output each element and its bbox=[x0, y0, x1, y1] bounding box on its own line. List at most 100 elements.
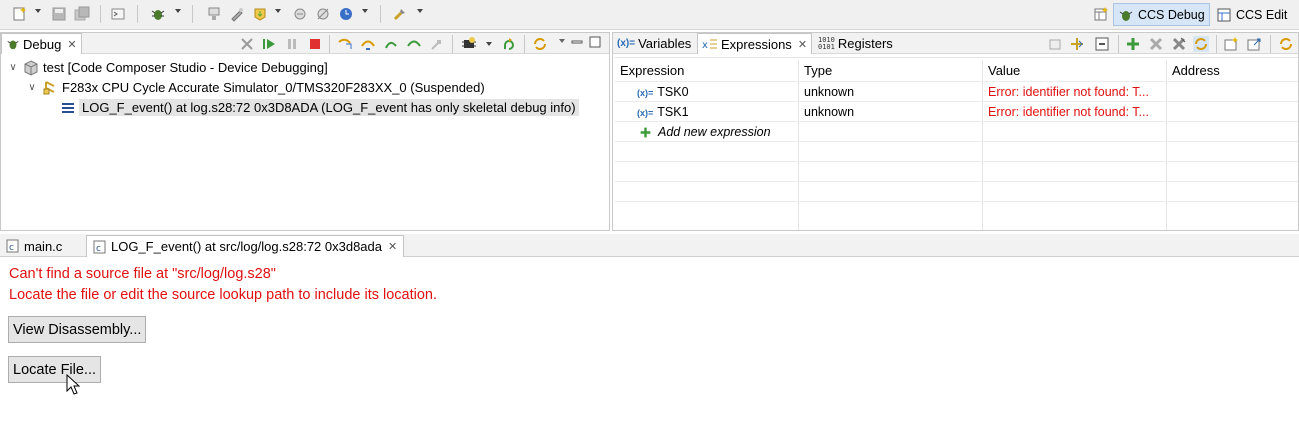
table-row-empty bbox=[615, 161, 1298, 181]
suspend-icon[interactable] bbox=[284, 36, 300, 52]
column-type[interactable]: Type bbox=[804, 63, 832, 78]
step-return-icon[interactable] bbox=[383, 36, 399, 52]
remove-terminated-icon[interactable] bbox=[239, 36, 255, 52]
close-icon[interactable]: ✕ bbox=[798, 38, 807, 51]
clock-dropdown-icon[interactable] bbox=[362, 9, 368, 13]
save-all-icon[interactable] bbox=[74, 6, 90, 22]
clock-icon[interactable] bbox=[338, 6, 354, 22]
view-disassembly-button[interactable]: View Disassembly... bbox=[8, 316, 147, 343]
collapse-all-icon[interactable] bbox=[1094, 36, 1110, 52]
step-into-icon[interactable] bbox=[337, 36, 353, 52]
new-icon[interactable] bbox=[12, 6, 28, 22]
debug-perspective-icon bbox=[1119, 10, 1133, 21]
ccs-edit-perspective-button[interactable]: CCS Edit bbox=[1211, 3, 1292, 26]
tab-main-c[interactable]: c main.c bbox=[0, 235, 68, 257]
locate-file-button[interactable]: Locate File... bbox=[8, 356, 102, 383]
external-tools-icon[interactable] bbox=[392, 6, 408, 22]
remove-all-expressions-icon[interactable] bbox=[1171, 36, 1187, 52]
external-tools-dropdown-icon[interactable] bbox=[417, 9, 423, 13]
open-perspective-icon[interactable] bbox=[1093, 6, 1109, 22]
restart-icon[interactable] bbox=[501, 36, 517, 52]
tab-variables-label: Variables bbox=[638, 36, 692, 51]
debug-view-header: Debug ✕ bbox=[1, 33, 609, 54]
add-icon bbox=[640, 127, 651, 137]
ccs-debug-perspective-button[interactable]: CCS Debug bbox=[1113, 3, 1210, 26]
registers-icon: 1010 0101 bbox=[818, 35, 835, 51]
assembly-step-return-icon[interactable] bbox=[429, 36, 445, 52]
continuous-refresh-icon[interactable] bbox=[1193, 36, 1209, 52]
edit-perspective-icon bbox=[1217, 8, 1231, 21]
resume-icon[interactable] bbox=[261, 36, 277, 52]
tab-source-not-found[interactable]: c LOG_F_event() at src/log/log.s28:72 0x… bbox=[86, 235, 405, 257]
ccs-debug-label: CCS Debug bbox=[1138, 7, 1205, 22]
step-over-icon[interactable] bbox=[360, 36, 376, 52]
tab-debug-label: Debug bbox=[23, 36, 62, 52]
tab-registers-label: Registers bbox=[837, 36, 893, 51]
c-file-icon: c bbox=[6, 239, 19, 253]
add-expression-icon[interactable] bbox=[1125, 36, 1141, 52]
remove-expression-icon[interactable] bbox=[1148, 36, 1164, 52]
tab-registers[interactable]: 1010 0101 Registers bbox=[814, 33, 897, 54]
table-row[interactable]: (x)= TSK1 unknown Error: identifier not f… bbox=[615, 101, 1298, 121]
variables-icon: (x)= bbox=[617, 38, 636, 49]
minimize-icon[interactable] bbox=[571, 36, 583, 48]
view-menu-icon[interactable] bbox=[559, 39, 565, 43]
flash-tool-icon[interactable] bbox=[229, 6, 245, 22]
expression-value: Error: identifier not found: T... bbox=[988, 105, 1149, 119]
load-program-icon[interactable] bbox=[252, 6, 268, 22]
variable-icon: (x)= bbox=[637, 88, 654, 98]
export-icon[interactable] bbox=[1246, 36, 1262, 52]
assembly-step-over-icon[interactable] bbox=[406, 36, 422, 52]
expressions-view: (x)= Variables x Expressions ✕ 1010 0101 … bbox=[612, 32, 1299, 231]
breakpoint-icon[interactable] bbox=[292, 6, 308, 22]
load-dropdown-icon[interactable] bbox=[275, 9, 281, 13]
tab-variables[interactable]: (x)= Variables bbox=[613, 33, 695, 54]
connect-target-icon[interactable] bbox=[206, 6, 222, 22]
session-label: test [Code Composer Studio - Device Debu… bbox=[43, 60, 328, 75]
expression-type: unknown bbox=[804, 105, 855, 119]
tree-item-session[interactable]: ∨ test [Code Composer Studio - Device De… bbox=[7, 58, 328, 77]
expression-name: TSK1 bbox=[657, 105, 689, 119]
table-row-empty bbox=[615, 201, 1298, 221]
synchronize-icon[interactable] bbox=[1278, 36, 1294, 52]
expression-value: Error: identifier not found: T... bbox=[988, 85, 1149, 99]
maximize-icon[interactable] bbox=[589, 36, 601, 48]
reset-dropdown-icon[interactable] bbox=[486, 42, 492, 46]
debug-view: Debug ✕ ∨ test [Code Composer Studio - D… bbox=[0, 32, 610, 231]
add-new-expression-row[interactable]: Add new expression bbox=[615, 121, 1298, 141]
column-address[interactable]: Address bbox=[1172, 63, 1220, 78]
save-icon[interactable] bbox=[51, 6, 67, 22]
tree-item-stack-frame[interactable]: LOG_F_event() at log.s28:72 0x3D8ADA (LO… bbox=[61, 98, 579, 117]
skip-breakpoints-icon[interactable] bbox=[315, 6, 331, 22]
expand-chevron-icon[interactable]: ∨ bbox=[7, 62, 19, 73]
debug-dropdown-icon[interactable] bbox=[175, 9, 181, 13]
debug-bug-icon[interactable] bbox=[150, 6, 166, 22]
close-icon[interactable]: ✕ bbox=[67, 38, 76, 51]
expand-chevron-icon[interactable]: ∨ bbox=[26, 82, 38, 93]
import-icon[interactable] bbox=[1223, 36, 1239, 52]
tab-debug[interactable]: Debug ✕ bbox=[1, 33, 82, 54]
source-not-found-message: Can't find a source file at "src/log/log… bbox=[9, 266, 276, 282]
add-new-expression-label: Add new expression bbox=[658, 125, 771, 139]
mouse-cursor-icon bbox=[66, 374, 80, 395]
show-type-names-icon[interactable] bbox=[1047, 36, 1063, 52]
tab-main-c-label: main.c bbox=[24, 238, 63, 254]
svg-text:c: c bbox=[96, 244, 101, 254]
expression-name: TSK0 bbox=[657, 85, 689, 99]
tree-item-target[interactable]: ∨ F283x CPU Cycle Accurate Simulator_0/T… bbox=[26, 78, 484, 97]
terminal-icon[interactable] bbox=[110, 6, 126, 22]
close-icon[interactable]: ✕ bbox=[388, 240, 397, 253]
stack-frame-label: LOG_F_event() at log.s28:72 0x3D8ADA (LO… bbox=[79, 99, 579, 116]
tab-expressions-label: Expressions bbox=[721, 36, 792, 52]
terminate-icon[interactable] bbox=[307, 36, 323, 52]
reset-cpu-icon[interactable] bbox=[461, 36, 477, 52]
svg-text:x: x bbox=[702, 40, 708, 51]
new-dropdown-icon[interactable] bbox=[35, 9, 41, 13]
tab-expressions[interactable]: x Expressions ✕ bbox=[697, 33, 813, 54]
editor-area: c main.c c LOG_F_event() at src/log/log.… bbox=[0, 234, 1299, 429]
collapse-columns-icon[interactable] bbox=[1069, 36, 1085, 52]
column-value[interactable]: Value bbox=[988, 63, 1020, 78]
column-expression[interactable]: Expression bbox=[620, 63, 684, 78]
table-row[interactable]: (x)= TSK0 unknown Error: identifier not f… bbox=[615, 81, 1298, 101]
synchronize-icon[interactable] bbox=[532, 36, 548, 52]
